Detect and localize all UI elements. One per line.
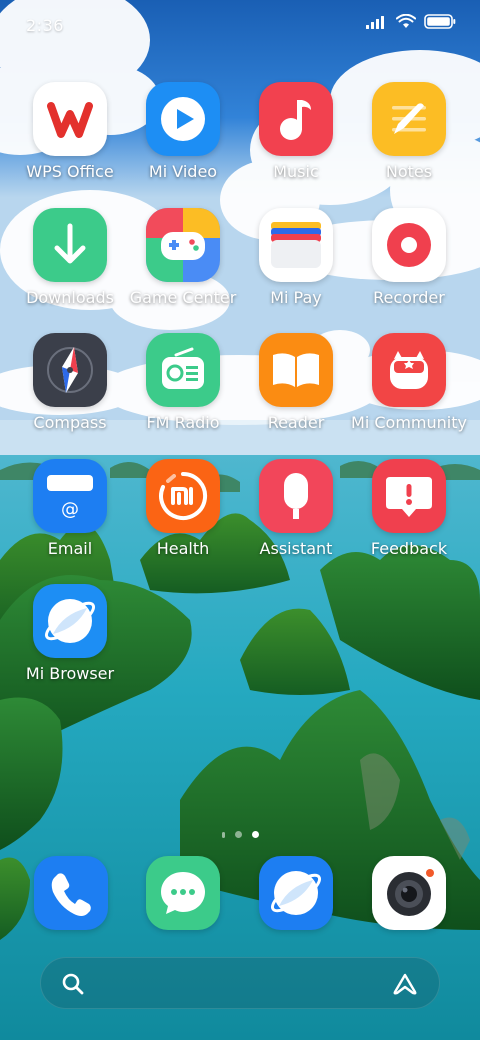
app-compass[interactable]: Compass	[14, 333, 126, 443]
app-label: FM Radio	[146, 413, 220, 432]
app-fm-radio[interactable]: FM Radio	[127, 333, 239, 443]
browser-icon	[259, 856, 333, 930]
email-icon: @	[33, 459, 107, 533]
music-icon	[259, 82, 333, 156]
camera-icon	[372, 856, 446, 930]
app-label: Mi Video	[148, 162, 218, 181]
reader-icon	[259, 333, 333, 407]
app-mi-community[interactable]: Mi Community	[351, 333, 467, 443]
app-label: Mi Pay	[270, 288, 322, 307]
app-label: Mi Browser	[25, 664, 115, 683]
status-time: 2:36	[26, 16, 64, 35]
phone-icon	[34, 856, 108, 930]
page-indicator	[0, 831, 480, 838]
compass-icon	[33, 333, 107, 407]
app-label: Music	[273, 162, 319, 181]
app-health[interactable]: Health	[127, 459, 239, 569]
mi-video-icon	[146, 82, 220, 156]
health-icon	[146, 459, 220, 533]
mi-community-icon	[372, 333, 446, 407]
app-assistant[interactable]: Assistant	[240, 459, 352, 569]
feedback-icon	[372, 459, 446, 533]
wps-office-icon	[33, 82, 107, 156]
app-label: WPS Office	[26, 162, 114, 181]
dock-phone[interactable]	[34, 856, 108, 930]
app-music[interactable]: Music	[240, 82, 352, 192]
app-label: Downloads	[26, 288, 114, 307]
app-label: Feedback	[370, 539, 448, 558]
downloads-icon	[33, 208, 107, 282]
recorder-icon	[372, 208, 446, 282]
notes-icon	[372, 82, 446, 156]
app-wps-office[interactable]: WPS Office	[14, 82, 126, 192]
app-label: Game Center	[129, 288, 237, 307]
status-bar: 2:36	[0, 0, 480, 50]
app-label: Recorder	[373, 288, 445, 307]
app-recorder[interactable]: Recorder	[353, 208, 465, 318]
app-label: Reader	[267, 413, 325, 432]
app-label: Assistant	[259, 539, 333, 558]
app-game-center[interactable]: Game Center	[127, 208, 239, 318]
page-indicator-home	[221, 831, 225, 838]
status-icons	[366, 14, 456, 29]
fm-radio-icon	[146, 333, 220, 407]
app-notes[interactable]: Notes	[353, 82, 465, 192]
dock-camera[interactable]	[372, 856, 446, 930]
page-dot-2-active	[251, 831, 259, 838]
assistant-icon	[259, 459, 333, 533]
app-feedback[interactable]: Feedback	[353, 459, 465, 569]
app-reader[interactable]: Reader	[240, 333, 352, 443]
assistant-launcher-icon[interactable]	[391, 972, 419, 996]
dock-messages[interactable]	[146, 856, 220, 930]
app-mi-video[interactable]: Mi Video	[127, 82, 239, 192]
search-icon	[62, 973, 84, 995]
search-bar[interactable]	[40, 957, 440, 1009]
mi-browser-icon	[33, 584, 107, 658]
app-label: Mi Community	[351, 413, 467, 432]
app-mi-pay[interactable]: Mi Pay	[240, 208, 352, 318]
dock-browser[interactable]	[259, 856, 333, 930]
wifi-icon	[396, 14, 416, 28]
app-label: Notes	[385, 162, 433, 181]
svg-text:@: @	[61, 499, 79, 520]
battery-icon	[424, 14, 456, 29]
app-email[interactable]: @ Email	[14, 459, 126, 569]
app-label: Email	[47, 539, 93, 558]
app-downloads[interactable]: Downloads	[14, 208, 126, 318]
app-mi-browser[interactable]: Mi Browser	[14, 584, 126, 694]
mi-pay-icon	[259, 208, 333, 282]
messages-icon	[146, 856, 220, 930]
game-center-icon	[146, 208, 220, 282]
page-dot-1	[234, 831, 242, 838]
signal-icon	[366, 15, 384, 29]
app-label: Compass	[33, 413, 107, 432]
app-label: Health	[156, 539, 210, 558]
